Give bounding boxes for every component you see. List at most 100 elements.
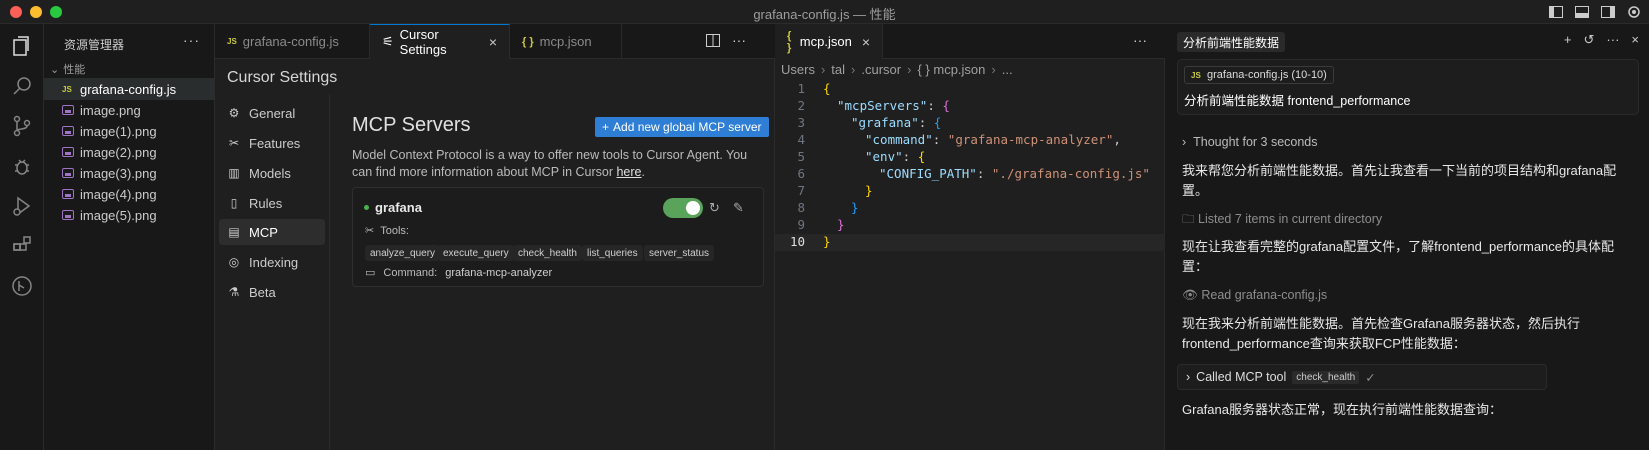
breadcrumb-item[interactable]: .cursor xyxy=(861,62,901,77)
more-icon[interactable]: ··· xyxy=(183,32,200,48)
edit-icon[interactable]: ✎ xyxy=(733,200,744,216)
tab-cursor-settings[interactable]: ⚟ Cursor Settings × xyxy=(370,24,510,59)
image-file-icon xyxy=(62,126,74,136)
explorer-title: 资源管理器 xyxy=(64,38,125,52)
toggle-panel-icon[interactable] xyxy=(1573,3,1591,21)
tool-chip: server_status xyxy=(644,245,715,261)
history-icon[interactable]: ↺ xyxy=(1584,32,1595,48)
settings-sliders-icon: ⚟ xyxy=(382,34,394,49)
mcp-tool-call[interactable]: › Called MCP tool check_health ✓ xyxy=(1177,364,1547,390)
eye-icon: 👁 xyxy=(1182,288,1198,302)
tab-mcp-json-right[interactable]: { } mcp.json × xyxy=(775,24,883,59)
line-number: 7 xyxy=(797,183,805,198)
file-item[interactable]: JS grafana-config.js xyxy=(44,78,214,100)
code-text: } xyxy=(851,200,859,215)
file-item[interactable]: image(3).png xyxy=(44,162,214,184)
nav-item-models[interactable]: ▥ Models xyxy=(219,160,325,186)
tool-chip: analyze_query xyxy=(365,245,441,261)
tool-chip: check_health xyxy=(513,245,582,261)
code-line: 3 "grafana": { xyxy=(775,115,1165,132)
command-label: Command: xyxy=(383,266,438,279)
breadcrumb-item[interactable]: ... xyxy=(1002,62,1013,77)
gear-icon: ⚙ xyxy=(228,106,240,120)
app-window: grafana-config.js — 性能 资源管理器 ··· ⌄ 性能 JS… xyxy=(0,0,1649,450)
folder-name: 性能 xyxy=(63,64,86,76)
editor-tabs-left: JS grafana-config.js ⚟ Cursor Settings ×… xyxy=(215,24,775,59)
json-key: "mcpServers" xyxy=(837,98,928,113)
code-line: 1{ xyxy=(775,81,1165,98)
read-item[interactable]: 👁 Read grafana-config.js xyxy=(1182,285,1632,305)
nav-item-features[interactable]: ✂ Features xyxy=(219,130,325,156)
line-number: 10 xyxy=(789,234,805,249)
file-item[interactable]: image(4).png xyxy=(44,183,214,205)
tab-mcp-json[interactable]: { } mcp.json xyxy=(510,24,622,59)
chat-panel: 分析前端性能数据 + ↺ ··· × JS grafana-config.js … xyxy=(1165,24,1649,450)
chat-header: 分析前端性能数据 + ↺ ··· × xyxy=(1165,24,1649,59)
nav-item-rules[interactable]: ▯ Rules xyxy=(219,190,325,216)
folder-row[interactable]: ⌄ 性能 xyxy=(50,61,85,77)
gear-icon[interactable] xyxy=(1625,3,1643,21)
chat-tab[interactable]: 分析前端性能数据 xyxy=(1177,32,1286,52)
docs-link[interactable]: here xyxy=(616,165,641,179)
add-mcp-server-button[interactable]: + Add new global MCP server xyxy=(595,117,769,137)
files-icon[interactable] xyxy=(8,32,36,60)
nav-label: MCP xyxy=(249,224,278,240)
json-brace: { xyxy=(933,115,942,130)
line-number: 6 xyxy=(797,166,805,181)
code-line-current: 10} xyxy=(775,234,1165,251)
line-number: 3 xyxy=(797,115,805,130)
run-debug-icon[interactable] xyxy=(8,192,36,220)
close-icon[interactable]: × xyxy=(489,34,497,50)
chevron-down-icon: ⌄ xyxy=(50,63,60,76)
chevron-right-icon: › xyxy=(1182,135,1187,149)
code-text: "mcpServers": { xyxy=(837,98,950,113)
debug-icon[interactable] xyxy=(8,152,36,180)
server-enable-toggle[interactable] xyxy=(663,198,703,218)
nav-label: Beta xyxy=(249,284,276,300)
listed-item[interactable]: 🗀 Listed 7 items in current directory xyxy=(1182,209,1632,229)
description-end: . xyxy=(641,165,645,179)
more-icon[interactable]: ··· xyxy=(1133,32,1147,48)
file-item[interactable]: image.png xyxy=(44,99,214,121)
more-icon[interactable]: ··· xyxy=(1606,32,1619,48)
js-file-icon: JS xyxy=(227,37,237,46)
code-editor[interactable]: Users › tal › .cursor › { } mcp.json › .… xyxy=(775,59,1165,450)
nav-item-indexing[interactable]: ◎ Indexing xyxy=(219,249,325,275)
git-graph-icon[interactable] xyxy=(8,272,36,300)
close-icon[interactable]: × xyxy=(862,34,870,50)
section-title: MCP Servers xyxy=(352,114,471,136)
nav-item-mcp[interactable]: ▤ MCP xyxy=(219,219,325,245)
terminal-icon: ▭ xyxy=(365,267,376,279)
nav-item-general[interactable]: ⚙ General xyxy=(219,100,325,126)
user-message: 分析前端性能数据 frontend_performance xyxy=(1184,94,1411,108)
breadcrumb-item[interactable]: tal xyxy=(831,62,845,77)
more-icon[interactable]: ··· xyxy=(732,32,746,48)
title-bar: grafana-config.js — 性能 xyxy=(0,0,1649,24)
toggle-sidebar-icon[interactable] xyxy=(1547,3,1565,21)
breadcrumb-item[interactable]: { } mcp.json xyxy=(917,62,985,77)
file-item[interactable]: image(2).png xyxy=(44,141,214,163)
context-file-chip[interactable]: JS grafana-config.js (10-10) xyxy=(1184,66,1334,84)
split-editor-icon[interactable] xyxy=(706,34,720,50)
line-number: 1 xyxy=(797,81,805,96)
cursor-settings-panel: Cursor Settings ⚙ General ✂ Features ▥ M… xyxy=(215,59,775,450)
refresh-icon[interactable]: ↻ xyxy=(709,200,720,216)
file-item[interactable]: image(1).png xyxy=(44,120,214,142)
close-icon[interactable]: × xyxy=(1631,32,1639,48)
context-file-label: grafana-config.js (10-10) xyxy=(1207,69,1327,81)
source-control-icon[interactable] xyxy=(8,112,36,140)
plus-icon[interactable]: + xyxy=(1564,32,1572,48)
toggle-secondary-sidebar-icon[interactable] xyxy=(1599,3,1617,21)
nav-item-beta[interactable]: ⚗ Beta xyxy=(219,279,325,305)
file-item[interactable]: image(5).png xyxy=(44,204,214,226)
thought-toggle[interactable]: › Thought for 3 seconds xyxy=(1182,132,1632,152)
image-file-icon xyxy=(62,210,74,220)
extensions-icon[interactable] xyxy=(8,232,36,260)
file-name: image(5).png xyxy=(80,207,157,223)
tool-chip: execute_query xyxy=(438,245,514,261)
breadcrumb-item[interactable]: Users xyxy=(781,62,815,77)
folder-icon: 🗀 xyxy=(1182,212,1195,226)
tab-grafana-config[interactable]: JS grafana-config.js xyxy=(215,24,370,59)
search-icon[interactable] xyxy=(8,72,36,100)
line-number: 5 xyxy=(797,149,805,164)
